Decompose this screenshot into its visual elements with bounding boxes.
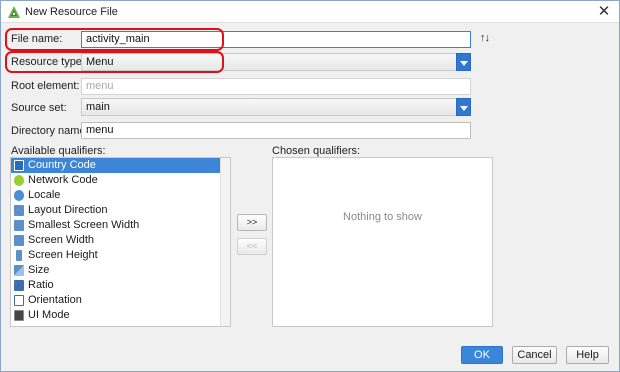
resource-type-select[interactable]: Menu: [81, 53, 471, 71]
list-item[interactable]: Network Code: [11, 173, 230, 188]
list-item[interactable]: UI Mode: [11, 308, 230, 323]
ratio-icon: [14, 280, 24, 291]
list-item[interactable]: Country Code: [11, 158, 230, 173]
root-element-input: menu: [81, 78, 471, 95]
list-item[interactable]: Size: [11, 263, 230, 278]
list-item[interactable]: Smallest Screen Width: [11, 218, 230, 233]
directory-name-input[interactable]: menu: [81, 122, 471, 139]
available-qualifiers-list[interactable]: Country Code Network Code Locale Layout …: [10, 157, 231, 327]
list-item[interactable]: Screen Width: [11, 233, 230, 248]
window-title: New Resource File: [25, 6, 118, 18]
list-item[interactable]: Screen Height: [11, 248, 230, 263]
chosen-qualifiers-label: Chosen qualifiers:: [272, 145, 361, 157]
list-scrollbar[interactable]: [220, 158, 230, 326]
locale-icon: [14, 190, 24, 201]
source-set-select[interactable]: main: [81, 98, 471, 116]
resource-type-value: Menu: [86, 56, 114, 68]
ui-mode-icon: [14, 310, 24, 321]
list-item[interactable]: Ratio: [11, 278, 230, 293]
root-element-label: Root element:: [11, 80, 80, 92]
help-button[interactable]: Help: [566, 346, 609, 364]
new-resource-file-dialog: New Resource File ✕ File name: activity_…: [0, 0, 620, 372]
source-set-label: Source set:: [11, 102, 67, 114]
chevron-down-icon[interactable]: [456, 53, 471, 71]
cancel-button[interactable]: Cancel: [512, 346, 557, 364]
source-set-value: main: [86, 101, 110, 113]
screen-width-icon: [14, 235, 24, 246]
size-icon: [14, 265, 24, 276]
orientation-icon: [14, 295, 24, 306]
network-code-icon: [14, 175, 24, 186]
file-name-input[interactable]: activity_main: [81, 31, 471, 48]
remove-qualifier-button[interactable]: <<: [237, 238, 267, 255]
directory-name-label: Directory name:: [11, 125, 89, 137]
country-code-icon: [14, 160, 24, 171]
sort-order-icon[interactable]: ↑↓: [480, 32, 490, 44]
chevron-down-icon[interactable]: [456, 98, 471, 116]
screen-height-icon: [16, 250, 22, 261]
smallest-screen-width-icon: [14, 220, 24, 231]
empty-state-text: Nothing to show: [343, 211, 422, 223]
file-name-label: File name:: [11, 33, 63, 45]
chosen-qualifiers-list[interactable]: Nothing to show: [272, 157, 493, 327]
list-item[interactable]: Orientation: [11, 293, 230, 308]
close-icon[interactable]: ✕: [595, 3, 613, 21]
add-qualifier-button[interactable]: >>: [237, 214, 267, 231]
ok-button[interactable]: OK: [461, 346, 503, 364]
layout-direction-icon: [14, 205, 24, 216]
list-item[interactable]: Layout Direction: [11, 203, 230, 218]
list-item[interactable]: Locale: [11, 188, 230, 203]
available-qualifiers-label: Available qualifiers:: [11, 145, 106, 157]
resource-type-label: Resource type:: [11, 56, 85, 68]
android-studio-icon: [8, 6, 20, 18]
title-bar: New Resource File ✕: [1, 1, 619, 23]
